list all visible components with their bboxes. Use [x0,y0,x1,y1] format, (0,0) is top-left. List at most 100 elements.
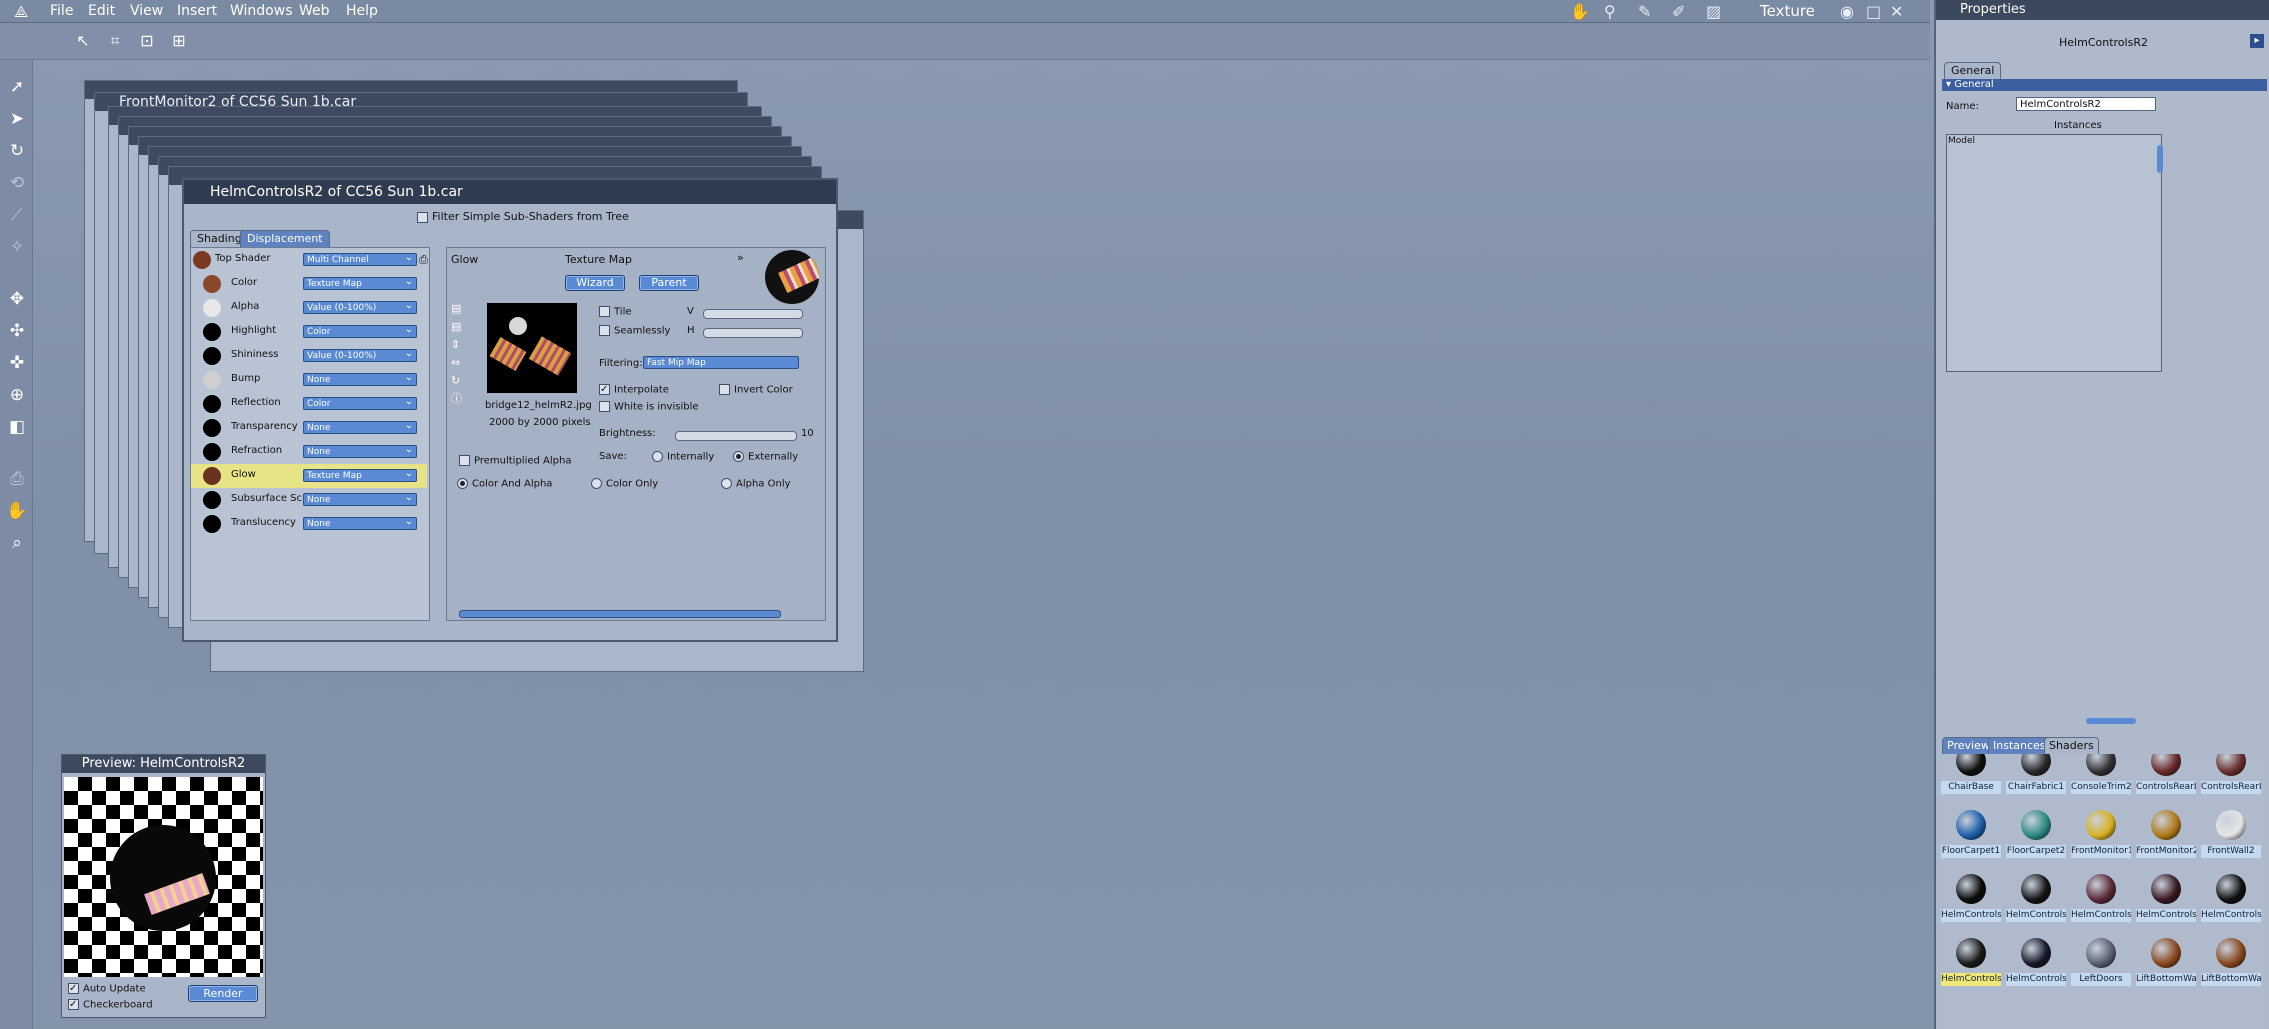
tree-row-alpha[interactable]: Alpha Value (0-100%) [191,296,427,320]
tree-row-color[interactable]: Color Texture Map [191,272,427,296]
seamlessly-checkbox[interactable]: Seamlessly [599,325,670,337]
radio-button[interactable] [591,478,602,489]
invert-color-checkbox[interactable]: Invert Color [719,384,793,396]
room-brush-icon[interactable]: ✐ [1672,2,1685,21]
general-section-header[interactable]: ▾ General [1942,79,2267,91]
checkbox-box[interactable] [719,384,730,395]
open-folder-icon[interactable]: ▤ [451,300,467,318]
properties-title[interactable]: Properties [1936,0,2269,20]
channel-dropdown[interactable]: None [303,419,417,434]
eye-icon[interactable]: ◉ [1840,2,1854,21]
shader-thumbnail[interactable]: LiftBottomWall [2200,930,2262,992]
tree-row-reflection[interactable]: Reflection Color [191,392,427,416]
close-icon[interactable]: ✕ [1890,2,1903,21]
radio-button[interactable] [721,478,732,489]
wizard-button[interactable]: Wizard [565,275,625,291]
shader-thumbnail[interactable]: FrontWall2 [2200,802,2262,864]
shader-thumbnail[interactable]: HelmControlsL [2005,866,2067,928]
v-slider[interactable] [703,309,803,319]
tab-shaders[interactable]: Shaders [2044,737,2099,754]
channel-dropdown[interactable]: Texture Map [303,275,417,290]
tree-row-bump[interactable]: Bump None [191,368,427,392]
frame-icon[interactable]: ⊞ [168,30,190,52]
orbit-icon[interactable]: ✜ [5,351,29,375]
room-hand-icon[interactable]: ✋ [1570,2,1590,21]
direct-select-icon[interactable]: ➤ [5,107,29,131]
twist-tool-icon[interactable]: ⟲ [5,171,29,195]
premultiplied-alpha-checkbox[interactable]: Premultiplied Alpha [459,455,571,467]
tab-displacement[interactable]: Displacement [240,230,330,247]
menu-edit[interactable]: Edit [88,3,115,19]
channel-dropdown[interactable]: None [303,443,417,458]
render-button[interactable]: Render [188,985,258,1002]
arrow-tool-icon[interactable]: ➚ [5,75,29,99]
shader-thumbnail[interactable]: ConsoleTrim2 [2070,754,2132,800]
tree-row-transparency[interactable]: Transparency None [191,416,427,440]
menu-file[interactable]: File [50,3,73,19]
channel-dropdown[interactable]: Value (0-100%) [303,299,417,314]
move-xy-icon[interactable]: ✥ [5,287,29,311]
shader-thumbnail[interactable]: FrontMonitor2 [2135,802,2197,864]
auto-update-checkbox[interactable]: Auto Update [68,983,146,995]
menu-view[interactable]: View [130,3,163,19]
tree-row-glow[interactable]: Glow Texture Map [191,464,427,488]
name-input[interactable]: HelmControlsR2 [2016,97,2156,111]
checkbox-box[interactable] [599,384,610,395]
color-only-radio[interactable]: Color Only [591,478,658,490]
room-pen-icon[interactable]: ✎ [1638,2,1651,21]
shader-thumbnail[interactable]: ChairFabric1 [2005,754,2067,800]
bounding-box-icon[interactable]: ⌗ [104,30,126,52]
collapse-chevron-icon[interactable]: » [737,251,744,264]
reload-icon[interactable]: ▤ [451,318,467,336]
checkerboard-checkbox[interactable]: Checkerboard [68,999,153,1011]
shader-thumbnail[interactable]: FloorCarpet2 [2005,802,2067,864]
split-handle[interactable] [2086,718,2136,724]
tree-row-refraction[interactable]: Refraction None [191,440,427,464]
taper-tool-icon[interactable]: ⟋ [5,203,29,227]
checkbox-box[interactable] [599,401,610,412]
channel-dropdown[interactable]: Color [303,395,417,410]
channel-dropdown[interactable]: Value (0-100%) [303,347,417,362]
tab-general[interactable]: General [1944,62,2002,79]
window-title[interactable]: HelmControlsR2 of CC56 Sun 1b.car [184,180,836,204]
select-arrow-icon[interactable]: ↖ [72,30,94,52]
tree-row-top-shader[interactable]: Top Shader Multi Channel ⎙ [191,248,428,272]
checkbox-box[interactable] [68,983,79,994]
tree-row-shininess[interactable]: Shininess Value (0-100%) [191,344,427,368]
shader-thumbnail[interactable]: ControlsRearL [2135,754,2197,800]
brightness-slider[interactable] [675,431,797,441]
tree-row-translucency[interactable]: Translucency None [191,512,427,536]
preview-title[interactable]: Preview: HelmControlsR2 [62,755,265,773]
shader-thumbnail[interactable]: LiftBottomWall [2135,930,2197,992]
shader-thumbnail[interactable]: LeftDoors [2070,930,2132,992]
move-z-icon[interactable]: ✣ [5,319,29,343]
room-figure-icon[interactable]: ⚲ [1604,2,1616,21]
zoom-icon[interactable]: ⌕ [5,531,29,555]
shader-thumbnail[interactable]: ChairBase [1940,754,2002,800]
checkbox-box[interactable] [417,211,428,223]
radio-button[interactable] [733,451,744,462]
color-and-alpha-radio[interactable]: Color And Alpha [457,478,552,490]
room-texture-icon[interactable]: ▨ [1706,2,1721,21]
shader-thumbnail[interactable]: HelmControlsL [2135,866,2197,928]
shader-thumbnail[interactable]: ControlsRearL2 [2200,754,2262,800]
tile-checkbox[interactable]: Tile [599,306,632,318]
shader-thumbnail[interactable]: HelmControlsR [1940,930,2002,992]
sphere-tool-icon[interactable]: ⊕ [5,383,29,407]
channel-dropdown[interactable]: None [303,371,417,386]
hand-pan-icon[interactable]: ✋ [5,499,29,523]
info-icon[interactable]: ⓘ [451,390,467,408]
app-logo-icon[interactable]: ⟁ [14,2,34,21]
maximize-icon[interactable]: □ [1866,2,1881,21]
interpolate-checkbox[interactable]: Interpolate [599,384,669,396]
white-invisible-checkbox[interactable]: White is invisible [599,401,699,413]
menu-insert[interactable]: Insert [177,3,217,19]
parent-button[interactable]: Parent [639,275,699,291]
shader-thumbnail[interactable]: FloorCarpet1 [1940,802,2002,864]
print-icon[interactable]: ⎙ [419,253,428,267]
channel-dropdown[interactable]: Color [303,323,417,338]
filtering-dropdown[interactable]: Fast Mip Map [643,356,799,369]
flip-vertical-icon[interactable]: ⇕ [451,336,467,354]
shader-thumbnail[interactable]: HelmControlsL [2070,866,2132,928]
radio-button[interactable] [457,478,468,489]
